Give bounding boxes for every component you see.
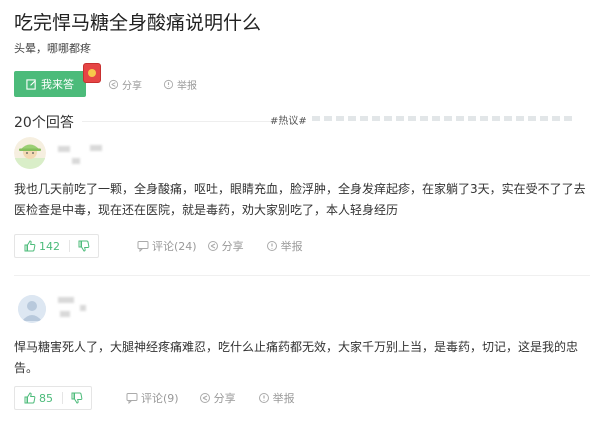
comment-icon	[126, 392, 138, 404]
share-icon	[207, 240, 219, 252]
avatar[interactable]	[18, 295, 46, 323]
comment-button[interactable]: 评论(9)	[126, 390, 179, 406]
upvote-button[interactable]: 85	[15, 392, 62, 405]
share-icon	[108, 79, 119, 90]
thumbs-down-icon	[78, 240, 90, 252]
blurred-username	[80, 305, 86, 311]
report-icon	[266, 240, 278, 252]
share-label: 分享	[122, 81, 142, 92]
answer-button-label: 我来答	[41, 78, 74, 91]
report-icon	[163, 79, 174, 90]
share-label: 分享	[221, 240, 244, 253]
hot-topic-tag[interactable]: #热议#	[270, 112, 307, 127]
report-button[interactable]: 举报	[266, 238, 303, 254]
comment-icon	[137, 240, 149, 252]
answer-text: 悍马糖害死人了，大腿神经疼痛难忍，吃什么止痛药都无效，大家千万别上当，是毒药，切…	[14, 340, 579, 375]
edit-icon	[26, 78, 37, 90]
downvote-button[interactable]	[63, 392, 91, 404]
answer-count: 20个回答	[14, 115, 74, 131]
like-count: 142	[39, 239, 60, 253]
share-button[interactable]: 分享	[207, 238, 244, 254]
thumbs-up-icon	[24, 240, 36, 252]
question-share-button[interactable]: 分享	[108, 77, 142, 92]
share-icon	[199, 392, 211, 404]
answer-text: 我也几天前吃了一颗，全身酸痛，呕吐，眼睛充血，脸浮肿，全身发痒起疹，在家躺了3天…	[14, 182, 586, 217]
share-button[interactable]: 分享	[199, 390, 236, 406]
report-label: 举报	[272, 392, 295, 405]
question-report-button[interactable]: 举报	[163, 77, 197, 92]
answer-divider	[14, 275, 590, 276]
avatar[interactable]	[14, 137, 46, 169]
comment-label: 评论(24)	[152, 240, 197, 253]
blurred-username	[72, 158, 80, 164]
report-label: 举报	[280, 240, 303, 253]
question-title: 吃完悍马糖全身酸痛说明什么	[14, 12, 262, 34]
blurred-username	[58, 146, 70, 152]
blurred-username	[90, 145, 102, 151]
red-envelope-icon	[83, 63, 101, 83]
answer-actions: 142 评论(24) 分享 举报	[14, 234, 303, 258]
answer-button[interactable]: 我来答	[14, 71, 86, 97]
blurred-hot-topic-text	[312, 116, 574, 121]
question-description: 头晕，哪哪都疼	[14, 42, 91, 55]
blurred-username	[60, 311, 70, 317]
blurred-username	[58, 297, 74, 303]
thumbs-down-icon	[71, 392, 83, 404]
downvote-button[interactable]	[70, 240, 98, 252]
share-label: 分享	[213, 392, 236, 405]
upvote-button[interactable]: 142	[15, 240, 69, 253]
divider	[82, 121, 270, 122]
report-button[interactable]: 举报	[258, 390, 295, 406]
thumbs-up-icon	[24, 392, 36, 404]
comment-button[interactable]: 评论(24)	[137, 238, 197, 254]
like-count: 85	[39, 391, 53, 405]
vote-group: 85	[14, 386, 92, 410]
report-label: 举报	[177, 81, 197, 92]
vote-group: 142	[14, 234, 99, 258]
report-icon	[258, 392, 270, 404]
comment-label: 评论(9)	[141, 392, 179, 405]
answer-actions: 85 评论(9) 分享 举报	[14, 386, 295, 410]
